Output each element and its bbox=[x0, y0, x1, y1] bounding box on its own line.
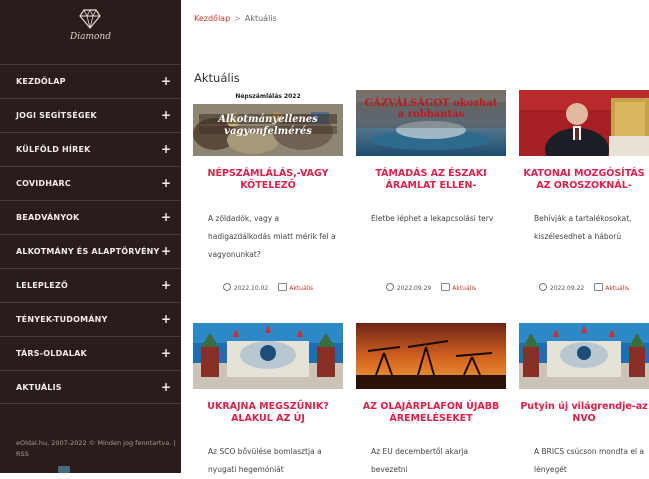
menu-item-kezdolap[interactable]: KEZDŐLAP + bbox=[0, 64, 181, 98]
expand-plus-icon[interactable]: + bbox=[161, 380, 171, 394]
main-menu: KEZDŐLAP + JOGI SEGÍTSÉGEK + KÜLFÖLD HÍREK… bbox=[0, 64, 181, 404]
putin-speech-image bbox=[519, 90, 649, 156]
menu-item-tars-oldalak[interactable]: TÁRS-OLDALAK + bbox=[0, 336, 181, 370]
breadcrumb-separator: > bbox=[234, 14, 241, 23]
post-thumbnail[interactable]: GÁZVÁLSÁGOT okozhat a robbantás bbox=[356, 90, 506, 156]
post-title[interactable]: AZ OLAJÁRPLAFON ÚJABB ÁREMELÉSEKET bbox=[356, 401, 506, 425]
post-category-link[interactable]: Aktuális bbox=[289, 285, 313, 292]
footer-copyright: eOldal.hu, 2007-2022 © Minden jog fennta… bbox=[16, 439, 176, 458]
menu-item-label: KÜLFÖLD HÍREK bbox=[16, 145, 91, 154]
folder-icon bbox=[441, 283, 451, 291]
breadcrumb-home-link[interactable]: Kezdőlap bbox=[194, 14, 230, 23]
brand-name: Diamond bbox=[70, 32, 111, 42]
menu-item-jogi-segitsegek[interactable]: JOGI SEGÍTSÉGEK + bbox=[0, 98, 181, 132]
expand-plus-icon[interactable]: + bbox=[161, 210, 171, 224]
post-thumbnail[interactable] bbox=[356, 323, 506, 389]
post-excerpt: A BRICS csúcson mondta el a lényegét bbox=[534, 447, 645, 474]
post-title[interactable]: NÉPSZÁMLÁLÁS,-VAGY KÖTELEZŐ bbox=[193, 168, 343, 192]
post-thumbnail[interactable] bbox=[193, 323, 343, 389]
post-date: 2022.09.22 bbox=[549, 285, 585, 292]
clock-icon bbox=[222, 283, 231, 291]
menu-item-label: TÁRS-OLDALAK bbox=[16, 349, 87, 358]
menu-item-covidharc[interactable]: COVIDHARC + bbox=[0, 166, 181, 200]
expand-plus-icon[interactable]: + bbox=[161, 142, 171, 156]
kremlin-image bbox=[519, 323, 649, 389]
post-title[interactable]: Putyin új világrendje-az NVO bbox=[519, 401, 649, 425]
folder-icon bbox=[594, 283, 604, 291]
menu-item-label: JOGI SEGÍTSÉGEK bbox=[16, 111, 97, 120]
post-excerpt: Az EU decembertől akarja bevezetni bbox=[371, 447, 469, 474]
kremlin-image bbox=[193, 323, 343, 389]
image-overlay-text: Népszámlálás 2022 bbox=[193, 90, 343, 104]
menu-item-label: COVIDHARC bbox=[16, 179, 71, 188]
page-title: Aktuális bbox=[194, 71, 240, 85]
expand-plus-icon[interactable]: + bbox=[161, 74, 171, 88]
badge-icon[interactable] bbox=[58, 466, 70, 473]
post-meta: 2022.10.02 Aktuális bbox=[193, 283, 343, 292]
menu-item-tenyek-tudomany[interactable]: TÉNYEK-TUDOMÁNY + bbox=[0, 302, 181, 336]
post-excerpt: Behívják a tartalékosokat, kiszélesedhet… bbox=[534, 214, 632, 241]
menu-item-label: AKTUÁLIS bbox=[16, 383, 62, 392]
breadcrumb: Kezdőlap > Aktuális bbox=[194, 14, 277, 23]
expand-plus-icon[interactable]: + bbox=[161, 244, 171, 258]
menu-item-label: ALKOTMÁNY ÉS ALAPTÖRVÉNY bbox=[16, 247, 160, 256]
expand-plus-icon[interactable]: + bbox=[161, 278, 171, 292]
diamond-icon bbox=[79, 9, 101, 29]
sidebar: Diamond KEZDŐLAP + JOGI SEGÍTSÉGEK + KÜLFÖ… bbox=[0, 0, 181, 473]
site-logo[interactable]: Diamond bbox=[0, 0, 181, 62]
post-excerpt: Életbe léphet a lekapcsolási terv bbox=[371, 214, 494, 223]
image-text: Népszámlálás 2022 bbox=[235, 93, 301, 100]
image-caption: Alkotmányellenes vagyonfelmérés bbox=[218, 114, 318, 137]
menu-item-beadvanyok[interactable]: BEADVÁNYOK + bbox=[0, 200, 181, 234]
post-meta: 2022.09.29 Aktuális bbox=[356, 283, 506, 292]
post-excerpt: Az SCO bővülése bomlasztja a nyugati heg… bbox=[208, 447, 322, 474]
post-category-link[interactable]: Aktuális bbox=[452, 285, 476, 292]
post-thumbnail[interactable] bbox=[519, 90, 649, 156]
post-category-link[interactable]: Aktuális bbox=[605, 285, 629, 292]
folder-icon bbox=[278, 283, 288, 291]
post-title[interactable]: KATONAI MOZGÓSÍTÁS AZ OROSZOKNÁL- bbox=[519, 168, 649, 192]
post-date: 2022.10.02 bbox=[233, 285, 269, 292]
oil-pumps-image bbox=[356, 323, 506, 389]
menu-item-label: TÉNYEK-TUDOMÁNY bbox=[16, 315, 108, 324]
post-meta: 2022.09.22 Aktuális bbox=[519, 283, 649, 292]
menu-item-kulfold-hirek[interactable]: KÜLFÖLD HÍREK + bbox=[0, 132, 181, 166]
menu-item-alkotmany[interactable]: ALKOTMÁNY ÉS ALAPTÖRVÉNY + bbox=[0, 234, 181, 268]
post-thumbnail[interactable]: Népszámlálás 2022 Alkotmányellenes vagyo… bbox=[193, 90, 343, 156]
breadcrumb-current: Aktuális bbox=[244, 14, 277, 23]
menu-item-label: BEADVÁNYOK bbox=[16, 213, 80, 222]
post-excerpt: A zöldadók, vagy a hadigazdálkodás miatt… bbox=[208, 214, 336, 259]
post-title[interactable]: UKRAJNA MEGSZŰNIK? ALAKUL AZ ÚJ bbox=[193, 401, 343, 425]
post-thumbnail[interactable] bbox=[519, 323, 649, 389]
post-date: 2022.09.29 bbox=[396, 285, 432, 292]
expand-plus-icon[interactable]: + bbox=[161, 312, 171, 326]
menu-item-label: KEZDŐLAP bbox=[16, 77, 66, 86]
menu-item-label: LELEPLEZŐ bbox=[16, 281, 68, 290]
expand-plus-icon[interactable]: + bbox=[161, 176, 171, 190]
clock-icon bbox=[385, 283, 394, 291]
post-title[interactable]: TÁMADÁS AZ ÉSZAKI ÁRAMLAT ELLEN- bbox=[356, 168, 506, 192]
expand-plus-icon[interactable]: + bbox=[161, 108, 171, 122]
expand-plus-icon[interactable]: + bbox=[161, 346, 171, 360]
clock-icon bbox=[538, 283, 547, 291]
menu-item-leleplezo[interactable]: LELEPLEZŐ + bbox=[0, 268, 181, 302]
image-caption: GÁZVÁLSÁGOT okozhat a robbantás bbox=[364, 98, 498, 120]
menu-item-aktualis[interactable]: AKTUÁLIS + bbox=[0, 370, 181, 404]
